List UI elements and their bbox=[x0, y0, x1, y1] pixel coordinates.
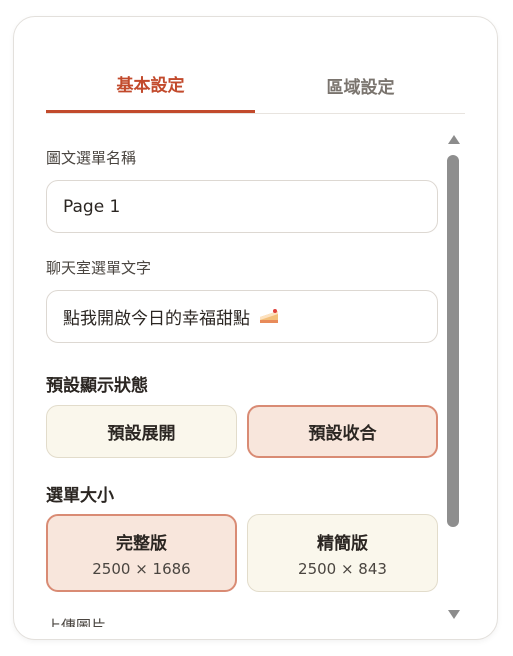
chat-text-label: 聊天室選單文字 bbox=[46, 259, 152, 277]
menu-name-value: Page 1 bbox=[63, 196, 121, 217]
vertical-scrollbar[interactable] bbox=[446, 133, 462, 623]
chat-text-input[interactable]: 點我開啟今日的幸福甜點 bbox=[46, 290, 438, 343]
scroll-up-icon[interactable] bbox=[448, 135, 460, 144]
default-collapse-option[interactable]: 預設收合 bbox=[247, 405, 438, 458]
size-full-label: 完整版 bbox=[116, 533, 167, 554]
scroll-thumb[interactable] bbox=[447, 155, 459, 527]
tab-basic-settings[interactable]: 基本設定 bbox=[46, 57, 255, 113]
default-collapse-label: 預設收合 bbox=[308, 424, 377, 444]
default-state-title: 預設顯示狀態 bbox=[46, 376, 148, 396]
settings-tabs: 基本設定 區域設定 bbox=[46, 57, 465, 114]
menu-name-label: 圖文選單名稱 bbox=[46, 149, 137, 167]
rich-menu-settings-panel: 基本設定 區域設定 圖文選單名稱 Page 1 聊天室選單文字 點我開啟今日的幸… bbox=[13, 16, 498, 640]
default-expand-label: 預設展開 bbox=[107, 424, 176, 444]
default-expand-option[interactable]: 預設展開 bbox=[46, 405, 237, 458]
scroll-down-icon[interactable] bbox=[448, 610, 460, 619]
upload-image-label: 上傳圖片 bbox=[46, 617, 107, 627]
cake-slice-icon bbox=[260, 308, 278, 323]
size-compact-dimensions: 2500 × 843 bbox=[298, 559, 387, 578]
settings-content: 圖文選單名稱 Page 1 聊天室選單文字 點我開啟今日的幸福甜點 預設顯示狀態… bbox=[46, 129, 440, 627]
size-full-dimensions: 2500 × 1686 bbox=[92, 559, 191, 578]
size-full-option[interactable]: 完整版 2500 × 1686 bbox=[46, 514, 237, 592]
menu-size-title: 選單大小 bbox=[46, 486, 114, 506]
chat-text-value: 點我開啟今日的幸福甜點 bbox=[63, 309, 250, 329]
tab-area-settings[interactable]: 區域設定 bbox=[256, 57, 465, 113]
menu-name-input[interactable]: Page 1 bbox=[46, 180, 438, 233]
size-compact-option[interactable]: 精簡版 2500 × 843 bbox=[247, 514, 438, 592]
size-compact-label: 精簡版 bbox=[317, 533, 368, 554]
